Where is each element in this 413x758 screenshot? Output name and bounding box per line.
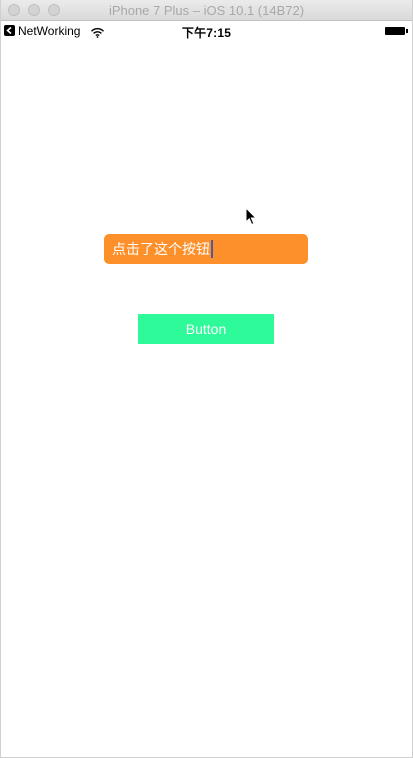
action-button[interactable]: Button: [138, 314, 274, 344]
text-field[interactable]: 点击了这个按钮: [104, 234, 308, 264]
battery-icon: [385, 27, 408, 35]
window-title: iPhone 7 Plus – iOS 10.1 (14B72): [108, 3, 305, 18]
status-time: 下午7:15: [181, 26, 232, 40]
ios-status-bar: NetWorking 下午7:15: [1, 21, 412, 41]
simulator-title-bar: iPhone 7 Plus – iOS 10.1 (14B72): [1, 0, 412, 21]
text-caret: [211, 239, 213, 258]
text-field-value: 点击了这个按钮: [112, 241, 210, 257]
simulator-window: iPhone 7 Plus – iOS 10.1 (14B72) NetWork…: [0, 0, 413, 758]
mouse-pointer-icon: [245, 206, 258, 231]
